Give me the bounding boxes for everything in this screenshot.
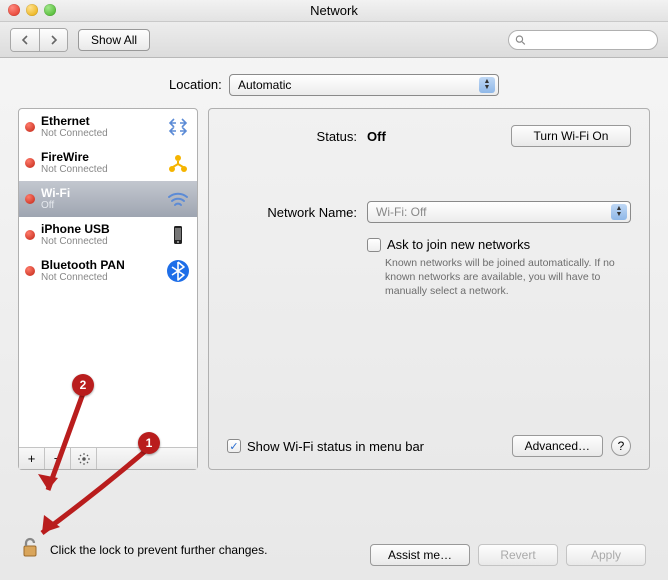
sidebar-item-iphone-usb[interactable]: iPhone USB Not Connected [19,217,197,253]
show-all-button[interactable]: Show All [78,29,150,51]
lock-icon[interactable] [18,535,42,564]
service-sub: Not Connected [41,128,159,139]
toolbar: Show All [0,22,668,58]
service-sub: Off [41,200,159,211]
ethernet-icon [165,114,191,140]
show-status-label: Show Wi-Fi status in menu bar [247,439,424,454]
sidebar-footer: + − [19,447,197,469]
forward-button[interactable] [39,29,67,51]
select-stepper-icon: ▲▼ [479,77,495,93]
status-label: Status: [227,129,357,144]
remove-service-button[interactable]: − [45,448,71,469]
status-dot-icon [25,230,35,240]
ask-to-join-checkbox[interactable]: Ask to join new networks [367,237,530,252]
window-controls [8,4,56,16]
minimize-window-button[interactable] [26,4,38,16]
nav-segment [10,28,68,52]
location-select[interactable]: Automatic ▲▼ [229,74,499,96]
network-name-label: Network Name: [227,205,357,220]
firewire-icon [165,150,191,176]
select-stepper-icon: ▲▼ [611,204,627,220]
sidebar-item-ethernet[interactable]: Ethernet Not Connected [19,109,197,145]
window-root: Network Show All Location: Automatic ▲▼ [0,0,668,580]
sidebar-item-bluetooth-pan[interactable]: Bluetooth PAN Not Connected [19,253,197,289]
checkbox-checked-icon: ✓ [227,439,241,453]
assist-me-button[interactable]: Assist me… [370,544,470,566]
action-buttons: Assist me… Revert Apply [370,544,646,566]
wifi-icon [165,186,191,212]
sidebar-item-wifi[interactable]: Wi-Fi Off [19,181,197,217]
show-status-checkbox[interactable]: ✓ Show Wi-Fi status in menu bar [227,439,424,454]
bluetooth-icon [165,258,191,284]
location-label: Location: [169,77,222,92]
search-icon [515,34,526,46]
service-name: Ethernet [41,115,159,128]
add-service-button[interactable]: + [19,448,45,469]
search-input[interactable] [530,34,651,46]
status-dot-icon [25,266,35,276]
ask-to-join-hint: Known networks will be joined automatica… [385,256,631,299]
status-dot-icon [25,158,35,168]
network-name-select[interactable]: Wi-Fi: Off ▲▼ [367,201,631,223]
revert-button[interactable]: Revert [478,544,558,566]
services-sidebar: Ethernet Not Connected FireWire Not Conn… [18,108,198,470]
help-button[interactable]: ? [611,436,631,456]
chevron-left-icon [20,35,30,45]
search-field[interactable] [508,30,658,50]
service-sub: Not Connected [41,164,159,175]
zoom-window-button[interactable] [44,4,56,16]
content: Ethernet Not Connected FireWire Not Conn… [0,108,668,470]
network-name-value: Wi-Fi: Off [376,205,426,219]
checkbox-icon [367,238,381,252]
iphone-icon [165,222,191,248]
detail-pane: Status: Off Turn Wi-Fi On Network Name: … [208,108,650,470]
back-button[interactable] [11,29,39,51]
lock-text: Click the lock to prevent further change… [50,543,267,557]
service-actions-button[interactable] [71,448,97,469]
service-sub: Not Connected [41,236,159,247]
service-sub: Not Connected [41,272,159,283]
services-list: Ethernet Not Connected FireWire Not Conn… [19,109,197,447]
chevron-right-icon [49,35,59,45]
status-value: Off [367,129,386,144]
close-window-button[interactable] [8,4,20,16]
advanced-button[interactable]: Advanced… [512,435,603,457]
service-name: FireWire [41,151,159,164]
service-name: Bluetooth PAN [41,259,159,272]
location-value: Automatic [238,78,291,92]
gear-icon [77,452,91,466]
status-dot-icon [25,194,35,204]
service-name: iPhone USB [41,223,159,236]
service-name: Wi-Fi [41,187,159,200]
location-row: Location: Automatic ▲▼ [0,58,668,108]
titlebar: Network [0,0,668,22]
window-title: Network [310,3,358,18]
turn-wifi-on-button[interactable]: Turn Wi-Fi On [511,125,631,147]
apply-button[interactable]: Apply [566,544,646,566]
sidebar-item-firewire[interactable]: FireWire Not Connected [19,145,197,181]
ask-to-join-label: Ask to join new networks [387,237,530,252]
status-dot-icon [25,122,35,132]
